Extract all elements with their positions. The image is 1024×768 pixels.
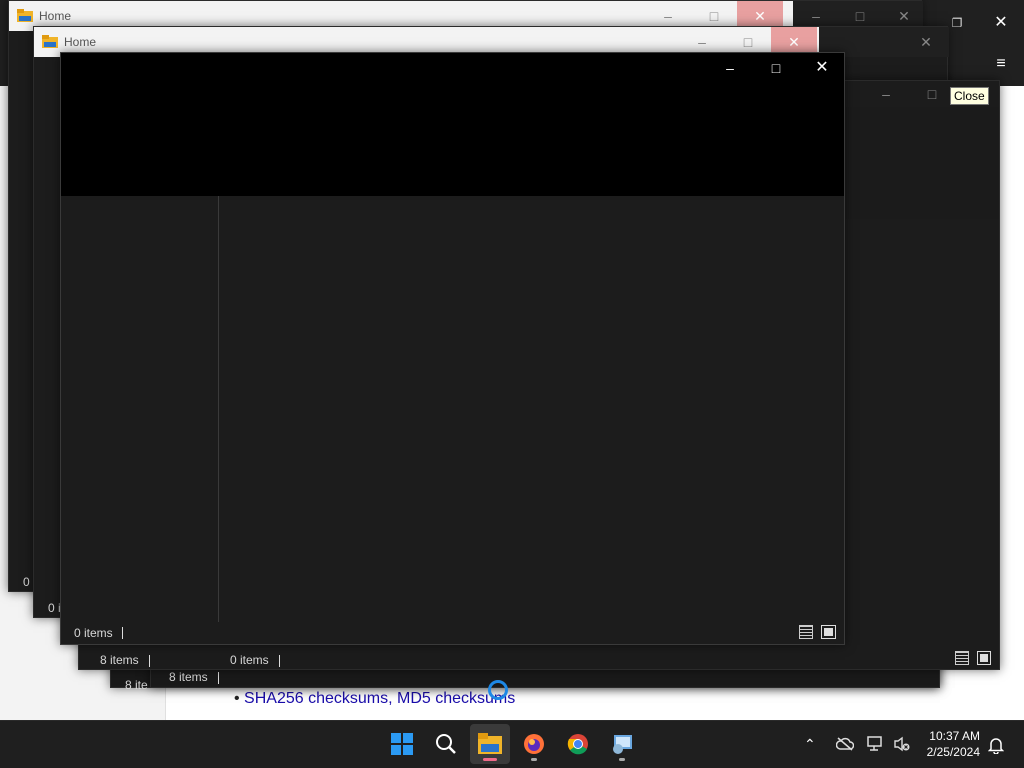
details-view-icon[interactable]: [799, 625, 813, 639]
browser-restore-button[interactable]: ❐: [946, 12, 968, 34]
busy-cursor-icon: [488, 680, 508, 700]
taskbar: ⌃: [0, 720, 1024, 768]
browser-close-button[interactable]: ✕: [990, 12, 1012, 34]
folder-icon: [478, 733, 502, 758]
status-separator: [149, 655, 150, 667]
download-links-item: • SHA256 checksums, MD5 checksums: [234, 690, 516, 707]
chrome-icon: [567, 733, 589, 758]
maximize-button[interactable]: □: [753, 53, 799, 83]
details-view-icon[interactable]: [955, 651, 969, 665]
close-button[interactable]: ✕: [903, 27, 949, 57]
control-panel-icon: [611, 733, 633, 758]
onedrive-offline-icon[interactable]: [835, 737, 855, 754]
status-item-count: 8 items: [169, 670, 208, 684]
running-indicator: [619, 758, 625, 761]
clock-date[interactable]: 2/25/2024: [910, 745, 980, 759]
window-title: Home: [64, 35, 97, 49]
show-hidden-icons-chevron-icon[interactable]: ⌃: [804, 736, 816, 753]
chrome-taskbar-button[interactable]: [558, 724, 598, 764]
file-explorer-taskbar-button[interactable]: [470, 724, 510, 764]
start-button[interactable]: [382, 724, 422, 764]
firefox-icon: [523, 733, 545, 758]
window-title: Home: [39, 9, 72, 23]
status-separator: [279, 655, 280, 667]
folder-icon: [42, 35, 58, 52]
volume-muted-icon[interactable]: [893, 736, 911, 755]
firefox-taskbar-button[interactable]: [514, 724, 554, 764]
search-icon: [435, 733, 457, 758]
status-item-count: 0 items: [230, 653, 269, 667]
running-indicator: [531, 758, 537, 761]
clock-time[interactable]: 10:37 AM: [910, 729, 980, 743]
explorer-window-active[interactable]: – □ ✕ 0 items: [60, 52, 845, 645]
close-button[interactable]: ✕: [799, 53, 845, 83]
windows-logo-icon: [391, 733, 413, 755]
notifications-bell-icon[interactable]: [987, 736, 1005, 757]
hamburger-menu-icon[interactable]: ≡: [990, 54, 1012, 74]
large-icons-view-icon[interactable]: [977, 651, 991, 665]
title-bar[interactable]: – □ ✕: [61, 53, 844, 196]
navigation-pane[interactable]: [61, 196, 219, 622]
minimize-button[interactable]: –: [707, 53, 753, 83]
status-item-count: 8 ite: [125, 678, 148, 692]
network-icon[interactable]: [867, 736, 885, 755]
file-list-pane[interactable]: [219, 196, 844, 622]
maximize-button[interactable]: □: [909, 81, 955, 107]
status-item-count: 0 i: [48, 601, 61, 615]
status-separator: [218, 672, 219, 684]
minimize-button[interactable]: –: [863, 81, 909, 107]
status-item-count: 0 items: [74, 626, 113, 640]
active-window-indicator: [483, 758, 497, 761]
control-panel-taskbar-button[interactable]: [602, 724, 642, 764]
folder-icon: [17, 9, 33, 26]
search-button[interactable]: [426, 724, 466, 764]
status-item-count: 8 items: [100, 653, 139, 667]
checksums-link[interactable]: SHA256 checksums, MD5 checksums: [244, 690, 515, 707]
large-icons-view-icon[interactable]: [821, 625, 836, 639]
status-separator: [122, 627, 123, 639]
close-tooltip: Close: [950, 87, 989, 105]
